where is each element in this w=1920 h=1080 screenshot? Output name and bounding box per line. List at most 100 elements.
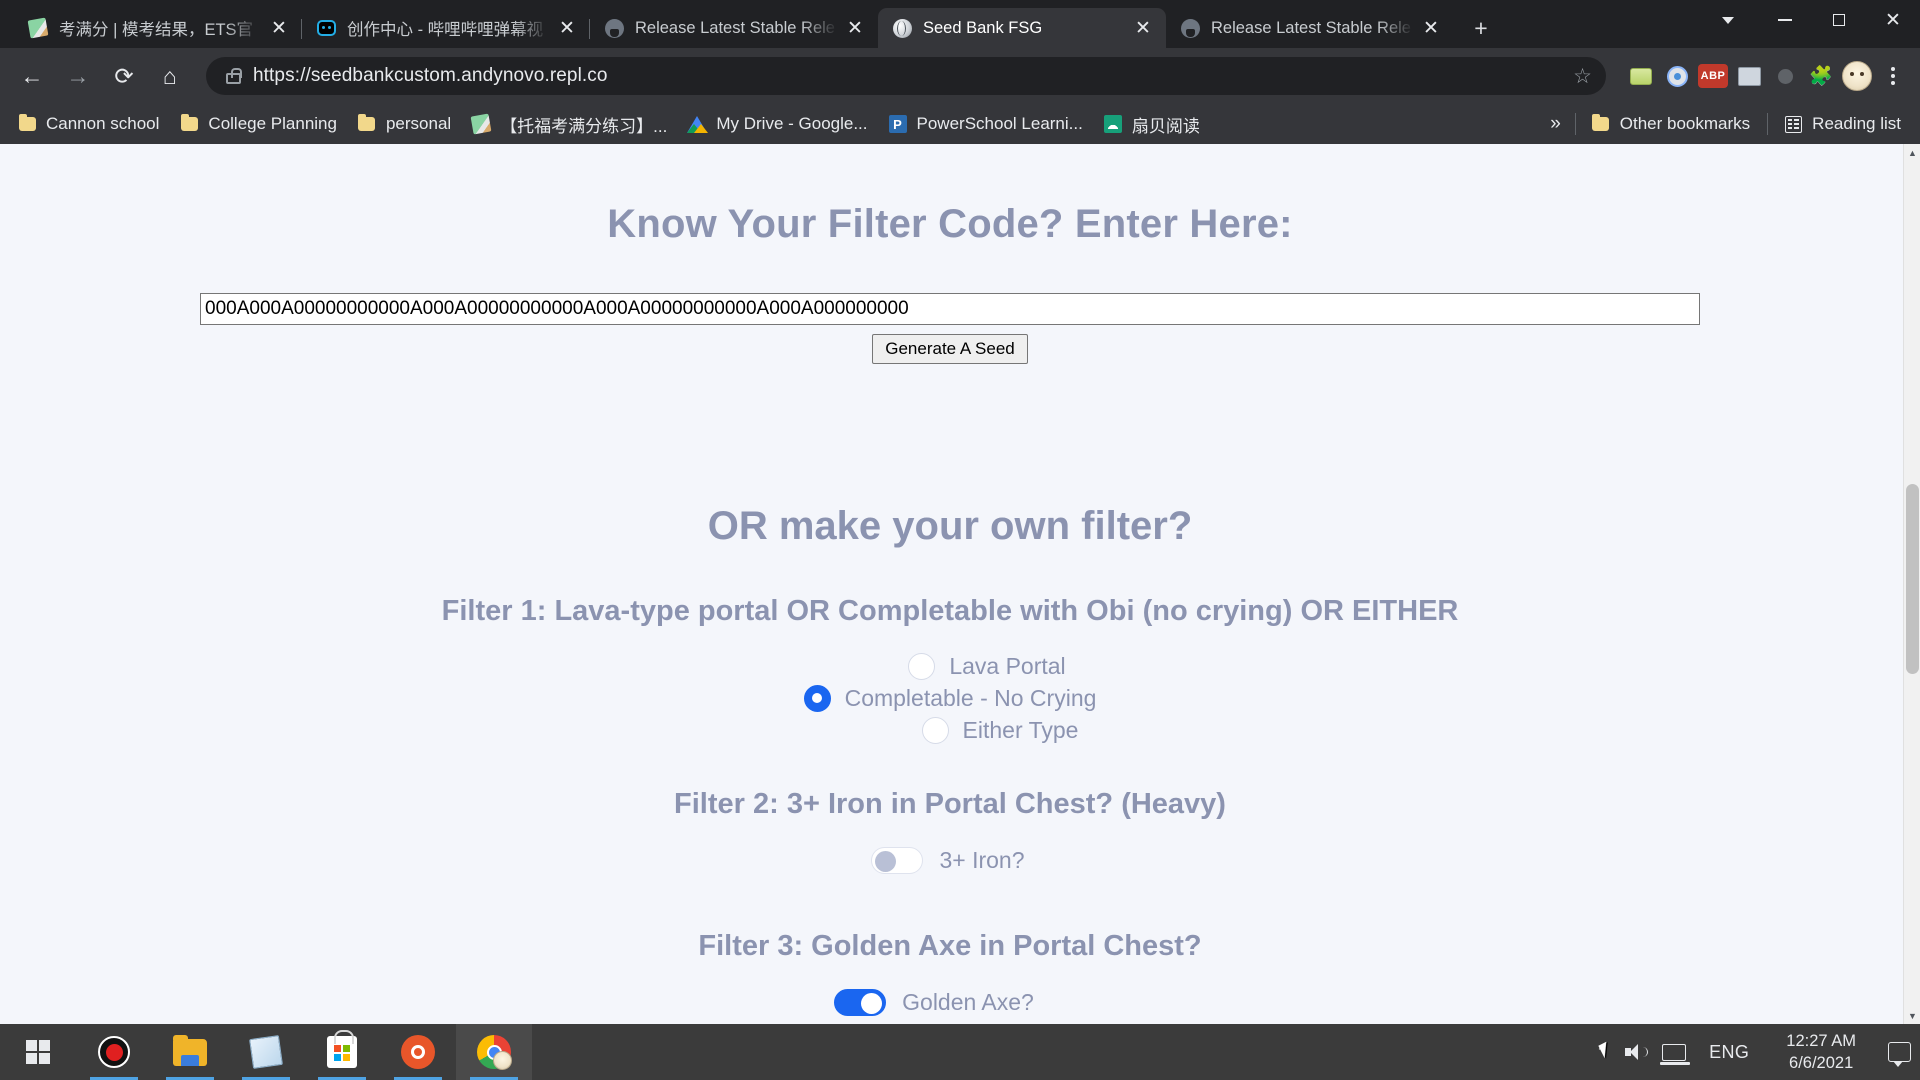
- bookmark-shanbei[interactable]: 扇贝阅读: [1094, 109, 1209, 139]
- bookmark-toefl-practice[interactable]: 【托福考满分练习】...: [462, 109, 676, 139]
- adblock-plus-icon[interactable]: ABP: [1696, 59, 1730, 93]
- radio-dot[interactable]: [908, 652, 936, 680]
- tab-close-button[interactable]: ✕: [266, 15, 292, 41]
- avatar[interactable]: [1840, 59, 1874, 93]
- generate-seed-button[interactable]: Generate A Seed: [872, 334, 1028, 364]
- golden-axe-toggle[interactable]: [834, 989, 887, 1016]
- tab-close-button[interactable]: ✕: [842, 15, 868, 41]
- scroll-up-arrow-icon[interactable]: ▲: [1904, 144, 1920, 161]
- reading-list-label: Reading list: [1812, 114, 1901, 133]
- taskbar-file-explorer[interactable]: [152, 1024, 228, 1080]
- filter-code-input-wrap: [0, 293, 1900, 325]
- bookmark-label: personal: [385, 114, 452, 133]
- page-scrollbar[interactable]: ▲ ▼: [1903, 144, 1920, 1024]
- radio-option-lava-portal[interactable]: Lava Portal: [908, 650, 1066, 682]
- bilibili-icon: [316, 18, 336, 38]
- tab-2[interactable]: Release Latest Stable Rele ✕: [590, 8, 878, 48]
- back-button[interactable]: ←: [10, 54, 54, 98]
- radio-dot-selected[interactable]: [803, 684, 831, 712]
- filter-3-heading: Filter 3: Golden Axe in Portal Chest?: [698, 930, 1202, 962]
- extension-blue-icon[interactable]: [1660, 59, 1694, 93]
- radio-label: Either Type: [962, 716, 1079, 743]
- bookmark-label: 【托福考满分练习】...: [500, 116, 668, 136]
- clock-date: 6/6/2021: [1789, 1054, 1854, 1072]
- tab-title: 考满分 | 模考结果，ETS官: [59, 21, 254, 39]
- google-drive-icon: [687, 114, 709, 134]
- tab-4[interactable]: Release Latest Stable Rele ✕: [1166, 8, 1454, 48]
- clock[interactable]: 12:27 AM 6/6/2021: [1763, 1024, 1879, 1080]
- divider: [1574, 113, 1576, 135]
- shanbei-icon: [1103, 114, 1123, 134]
- bookmark-powerschool[interactable]: P PowerSchool Learni...: [879, 109, 1092, 139]
- forward-button[interactable]: →: [56, 54, 100, 98]
- tab-0[interactable]: 考满分 | 模考结果，ETS官 ✕: [14, 8, 302, 48]
- taskbar-sticky-notes[interactable]: [228, 1024, 304, 1080]
- bookmark-label: My Drive - Google...: [716, 114, 868, 133]
- tab-list: 考满分 | 模考结果，ETS官 ✕ 创作中心 - 哔哩哔哩弹幕视 ✕ Relea…: [14, 0, 1498, 48]
- maximize-button[interactable]: [1812, 0, 1866, 40]
- taskbar-screen-recorder[interactable]: [76, 1024, 152, 1080]
- bookmark-star-icon[interactable]: ☆: [1573, 64, 1592, 89]
- extension-icons: ABP 🧩: [1624, 59, 1910, 93]
- radio-option-completable-no-crying[interactable]: Completable - No Crying: [803, 682, 1096, 714]
- home-button[interactable]: ⌂: [148, 54, 192, 98]
- filter-code-input[interactable]: [200, 293, 1700, 325]
- taskbar-microsoft-store[interactable]: [304, 1024, 380, 1080]
- taskbar-ubuntu[interactable]: [380, 1024, 456, 1080]
- start-button[interactable]: [0, 1024, 76, 1080]
- filter-code-heading: Know Your Filter Code? Enter Here:: [607, 202, 1293, 246]
- other-bookmarks-button[interactable]: Other bookmarks: [1582, 109, 1759, 139]
- minimize-button[interactable]: [1758, 0, 1812, 40]
- folder-icon: [179, 114, 199, 134]
- address-bar[interactable]: https://seedbankcustom.andynovo.repl.co …: [206, 57, 1606, 95]
- kebab-menu-icon[interactable]: [1876, 59, 1910, 93]
- pencil-icon: [27, 17, 49, 39]
- close-window-button[interactable]: ✕: [1866, 0, 1920, 40]
- tab-close-button[interactable]: ✕: [1418, 15, 1444, 41]
- tab-1[interactable]: 创作中心 - 哔哩哔哩弹幕视 ✕: [302, 8, 590, 48]
- reading-list-icon: [1783, 114, 1803, 134]
- reading-list-button[interactable]: Reading list: [1774, 109, 1910, 139]
- bookmark-cannon-school[interactable]: Cannon school: [8, 109, 168, 139]
- make-own-filter-heading: OR make your own filter?: [707, 504, 1193, 548]
- other-bookmarks-label: Other bookmarks: [1619, 114, 1751, 133]
- tab-close-button[interactable]: ✕: [1130, 15, 1156, 41]
- profile-chevron-down-icon[interactable]: [1698, 0, 1758, 40]
- browser-window: 考满分 | 模考结果，ETS官 ✕ 创作中心 - 哔哩哔哩弹幕视 ✕ Relea…: [0, 0, 1920, 1080]
- language-indicator[interactable]: ENG: [1695, 1024, 1763, 1080]
- extension-gray-icon[interactable]: [1768, 59, 1802, 93]
- windows-taskbar: ⌃ ENG 12:27 AM 6/6/2021: [0, 1024, 1920, 1080]
- reload-button[interactable]: ⟳: [102, 54, 146, 98]
- tab-strip: 考满分 | 模考结果，ETS官 ✕ 创作中心 - 哔哩哔哩弹幕视 ✕ Relea…: [0, 0, 1920, 48]
- extension-green-icon[interactable]: [1624, 59, 1658, 93]
- window-controls: ✕: [1698, 0, 1920, 40]
- toggle-label: Golden Axe?: [902, 989, 1034, 1015]
- bookmark-label: Cannon school: [46, 114, 160, 133]
- clock-time: 12:27 AM: [1786, 1031, 1856, 1050]
- bookmark-personal[interactable]: personal: [348, 109, 460, 139]
- seed-bank-page: Know Your Filter Code? Enter Here: Gener…: [0, 144, 1900, 1024]
- volume-icon[interactable]: [1616, 1024, 1653, 1080]
- tab-3-active[interactable]: Seed Bank FSG ✕: [878, 8, 1166, 48]
- divider: [1767, 113, 1769, 135]
- browser-toolbar: ← → ⟳ ⌂ https://seedbankcustom.andynovo.…: [0, 48, 1920, 104]
- adblock-label: ABP: [1698, 64, 1728, 88]
- bookmark-my-drive[interactable]: My Drive - Google...: [678, 109, 876, 139]
- scroll-down-arrow-icon[interactable]: ▼: [1904, 1007, 1920, 1024]
- taskbar-google-chrome[interactable]: [456, 1024, 532, 1080]
- scrollbar-thumb[interactable]: [1906, 484, 1919, 674]
- filter-1-heading: Filter 1: Lava-type portal OR Completabl…: [441, 595, 1459, 627]
- radio-dot[interactable]: [921, 716, 949, 744]
- puzzle-icon[interactable]: 🧩: [1804, 59, 1838, 93]
- folder-icon: [1591, 114, 1611, 134]
- bookmarks-overflow-button[interactable]: »: [1542, 113, 1569, 135]
- extension-image-icon[interactable]: [1732, 59, 1766, 93]
- tab-close-button[interactable]: ✕: [554, 15, 580, 41]
- network-icon[interactable]: [1653, 1024, 1695, 1080]
- radio-option-either-type[interactable]: Either Type: [921, 714, 1079, 746]
- iron-toggle[interactable]: [871, 847, 924, 874]
- bookmark-college-planning[interactable]: College Planning: [170, 109, 346, 139]
- action-center-icon[interactable]: [1879, 1024, 1920, 1080]
- new-tab-button[interactable]: +: [1464, 11, 1498, 45]
- windows-logo-icon: [26, 1040, 50, 1064]
